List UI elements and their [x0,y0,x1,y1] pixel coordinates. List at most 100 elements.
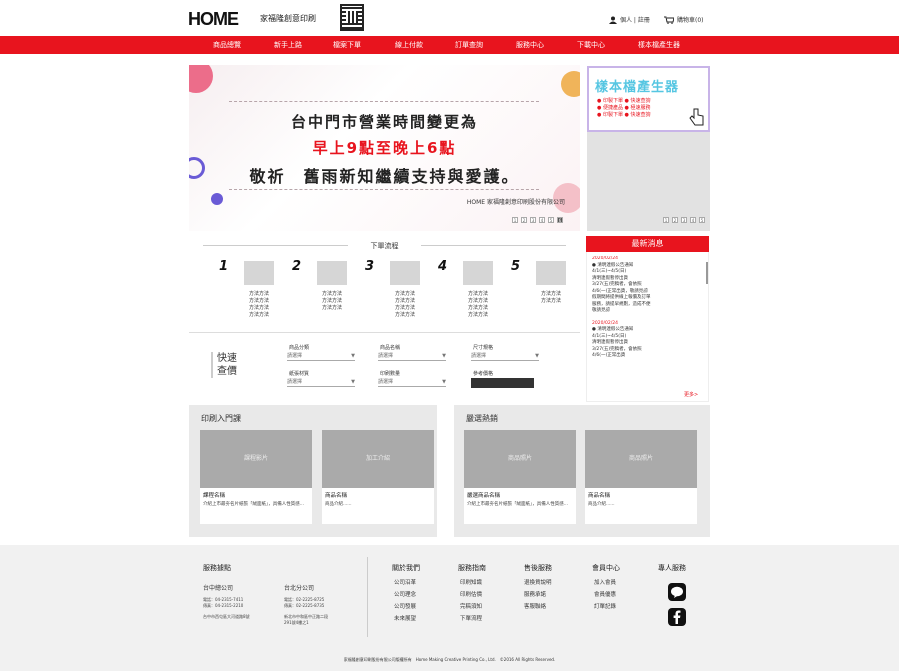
footer-heading: 會員中心 [592,564,620,572]
footer-link[interactable]: 會員優惠 [594,589,616,601]
pager-dot-active[interactable]: 6 [557,217,563,223]
footer-heading: 關於我們 [392,564,420,572]
size-select[interactable]: 請選擇 [471,352,539,361]
pager-dot[interactable]: 5 [699,217,705,223]
product-card[interactable]: 商品照片 商品名稱 商品介紹...... [585,430,697,524]
banner-company: HOME 家福隆創意印刷股份有限公司 [466,199,565,206]
card-name: 嚴選商品名稱 [467,493,501,499]
pager-dot[interactable]: 5 [548,217,554,223]
pager-dot[interactable]: 3 [530,217,536,223]
hero-banner[interactable]: 台中門市營業時間變更為 早上9點至晚上6點 敬祈 舊雨新知繼續支持與愛護。 HO… [189,65,580,231]
news-scrollbar[interactable] [706,262,708,284]
pager-dot[interactable]: 4 [690,217,696,223]
footer-link[interactable]: 未來展望 [394,613,416,625]
nav-item[interactable]: 檔案下單 [333,40,361,50]
nav-item[interactable]: 商品總覽 [213,40,241,50]
section-title: 印刷入門課 [201,414,241,423]
course-card[interactable]: 加工介紹 商品名稱 商品介紹...... [322,430,434,524]
pager-dot[interactable]: 1 [663,217,669,223]
course-card[interactable]: 課程影片 課程名稱 介紹上市最夯名片紙張「絨面紙」，具備人性質感... [200,430,312,524]
footer-links: 公司沿革 公司理念 公司發展 未來展望 [394,577,416,625]
line-icon[interactable] [668,583,686,601]
footer-link[interactable]: 退換貨說明 [524,577,552,589]
branch-fax: 傳真：02-2225-8735 [284,603,325,608]
card-image: 加工介紹 [322,430,434,488]
nav-item[interactable]: 新手上路 [274,40,302,50]
cart-icon [664,16,674,24]
nav-item[interactable]: 線上付款 [395,40,423,50]
quick-title: 快速 查價 [211,352,237,378]
ad-line: ● 印製下單 ● 快速查詢 [597,98,651,104]
banner-line-2: 早上9點至晚上6點 [312,139,457,157]
card-image: 商品照片 [585,430,697,488]
footer-heading: 服務指南 [458,564,486,572]
branch-addr: 台中市西屯區大河道路8號 [203,614,250,619]
field-label: 印刷數量 [380,371,401,377]
field-label: 商品分類 [289,345,310,351]
nav-item[interactable]: 訂單查詢 [455,40,483,50]
logo-subtitle: 家福隆創意印刷 [260,14,316,23]
news-list[interactable]: 2020/02/24 ● 清明連假公告通知 4/1(三)~4/5(日) 清明連假… [592,256,704,396]
nav-item[interactable]: 樣本檔產生器 [638,40,680,50]
pager-dot[interactable]: 2 [521,217,527,223]
printing-course-section: 印刷入門課 課程影片 課程名稱 介紹上市最夯名片紙張「絨面紙」，具備人性質感..… [189,405,437,537]
footer-link[interactable]: 下單流程 [460,613,482,625]
site-logo[interactable]: HOME [188,9,239,30]
nav-item[interactable]: 服務中心 [516,40,544,50]
footer-link[interactable]: 公司理念 [394,589,416,601]
footer-link[interactable]: 服務承諾 [524,589,552,601]
footer-link[interactable]: 公司沿革 [394,577,416,589]
footer [0,545,899,671]
user-icon [609,16,617,24]
step-text: 方法方法 方法方法 [540,291,561,304]
step-number: 2 [292,259,302,274]
material-select[interactable]: 請選擇 [287,378,355,387]
branch-info: 電話：04-2315-7411 傳真：04-2315-2210 台中市西屯區大河… [203,597,250,620]
footer-link[interactable]: 加入會員 [594,577,616,589]
news-text: ● 清明連假公告通知 4/1(三)~4/5(日) 清明連假暫停出貨 3/27(五… [592,327,642,358]
divider [229,189,539,190]
news-text: ● 清明連假公告通知 4/1(三)~4/5(日) 清明連假暫停出貨 3/27(五… [592,262,651,314]
cart-link[interactable]: 購物車(0) [664,15,704,24]
decor-circle [189,65,213,93]
branch-fax: 傳真：04-2315-2210 [203,603,244,608]
footer-links: 印刷知識 印刷估價 完稿須知 下單流程 [460,577,482,625]
step-number: 1 [219,259,229,274]
category-select[interactable]: 請選擇 [287,352,355,361]
pager-dot[interactable]: 2 [672,217,678,223]
ad-list: ● 印製下單 ● 快速查詢 ● 便捷產品 ● 極速服務 ● 印製下單 ● 快速查… [597,98,651,119]
pager-dot[interactable]: 3 [681,217,687,223]
footer-link[interactable]: 印刷知識 [460,577,482,589]
pager-dot[interactable]: 1 [512,217,518,223]
section-title: 嚴選熱銷 [466,414,498,423]
footer-link[interactable]: 公司發展 [394,601,416,613]
card-name: 商品名稱 [588,493,611,499]
price-output [471,378,534,388]
step-image [390,261,420,285]
pager-dot[interactable]: 4 [539,217,545,223]
flow-title: 下單流程 [370,242,399,250]
login-link[interactable]: 個人 | 註冊 [609,15,650,24]
footer-heading: 售後服務 [524,564,552,572]
product-card[interactable]: 商品照片 嚴選商品名稱 介紹上市最夯名片紙張「絨面紙」，具備人性質感... [464,430,576,524]
news-more-link[interactable]: 更多> [684,391,698,398]
facebook-icon[interactable] [668,608,686,626]
footer-link[interactable]: 訂單記錄 [594,601,616,613]
footer-link[interactable]: 印刷估價 [460,589,482,601]
step-image [244,261,274,285]
quantity-select[interactable]: 請選擇 [378,378,446,387]
footer-link[interactable]: 客服聯絡 [524,601,552,613]
footer-link[interactable]: 完稿須知 [460,601,482,613]
template-generator-ad[interactable]: 樣本檔產生器 ● 印製下單 ● 快速查詢 ● 便捷產品 ● 極速服務 ● 印製下… [587,66,710,132]
field-label: 尺寸規格 [473,345,494,351]
login-label: 個人 | 註冊 [620,17,650,24]
step-number: 5 [511,259,521,274]
nav-item[interactable]: 下載中心 [577,40,605,50]
step-image [463,261,493,285]
field-label: 紙張材質 [289,371,310,377]
product-select[interactable]: 請選擇 [378,352,446,361]
cart-label: 購物車(0) [677,17,704,24]
divider [229,101,539,102]
footer-divider [367,557,368,637]
step-image [536,261,566,285]
